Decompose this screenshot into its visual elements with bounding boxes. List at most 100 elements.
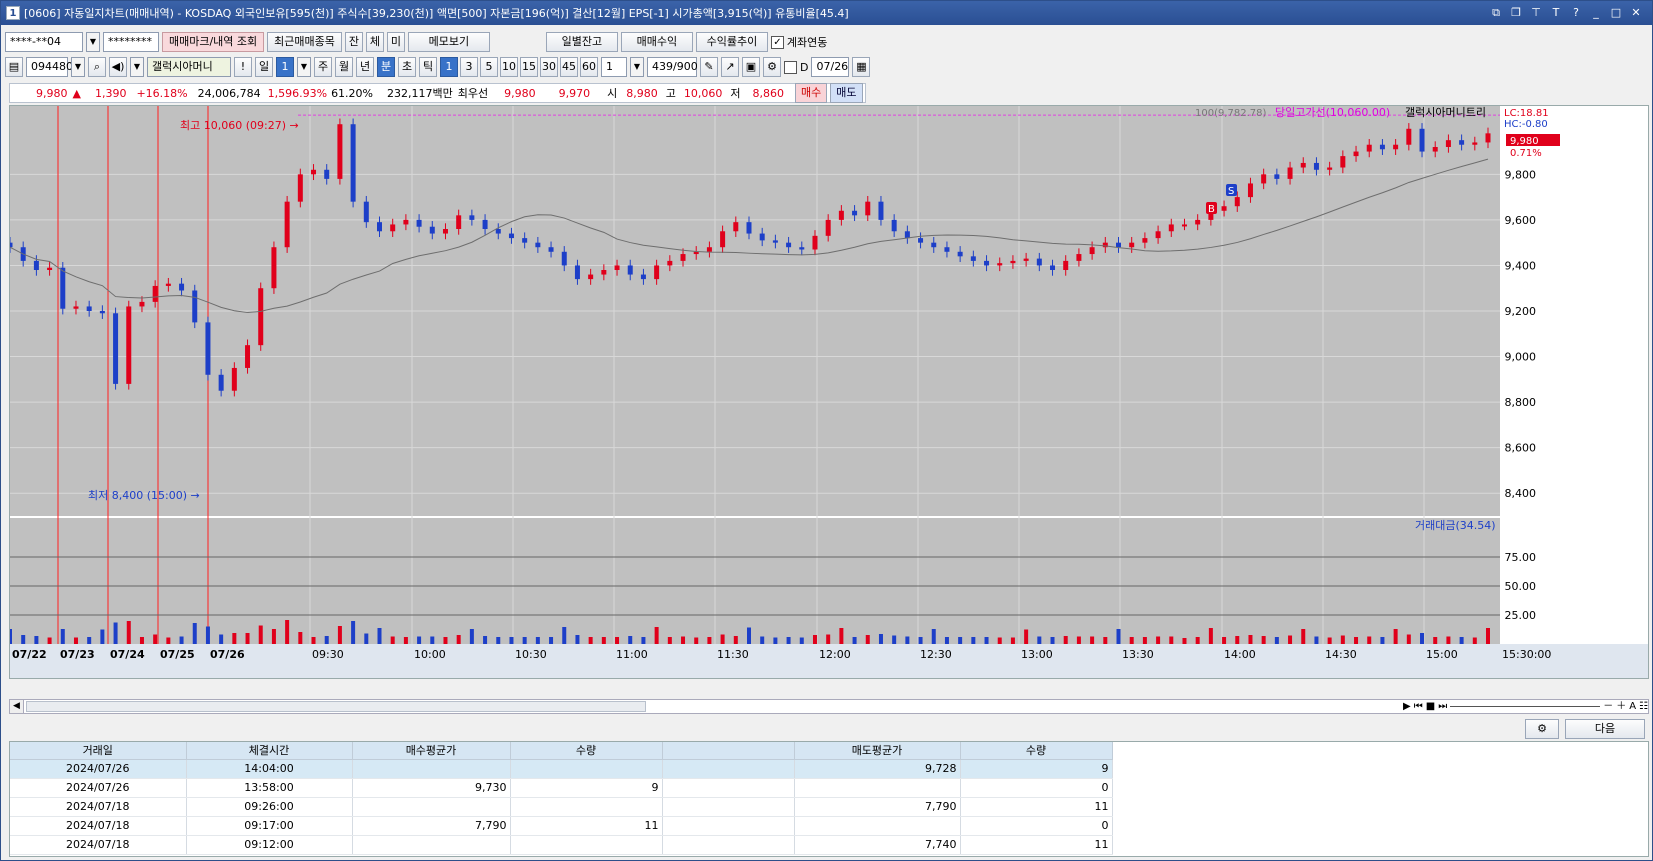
table-row[interactable]: 2024/07/18 09:26:00 7,790 11 — [10, 797, 1113, 817]
code-dropdown-icon[interactable]: ▼ — [71, 57, 85, 77]
table-row[interactable]: 2024/07/26 14:04:00 9,728 9 — [10, 759, 1113, 779]
balance-button[interactable]: 잔 — [344, 32, 363, 52]
period-dropdown-icon[interactable]: ▼ — [297, 57, 311, 77]
column-header[interactable]: 수량 — [510, 742, 663, 760]
period-minute-button[interactable]: 분 — [377, 57, 395, 77]
volume-bar — [47, 637, 52, 644]
sound-icon[interactable]: ◀) — [109, 57, 127, 77]
buy-button[interactable]: 매수 — [795, 83, 828, 103]
column-header[interactable]: 체결시간 — [186, 742, 353, 760]
column-header[interactable] — [662, 742, 795, 760]
minimize-icon[interactable]: _ — [1588, 5, 1604, 21]
grid-settings-icon[interactable]: ⚙ — [1525, 719, 1559, 739]
candle-body — [495, 229, 501, 234]
stop-icon[interactable]: ■ — [1426, 700, 1435, 713]
price-chart-svg[interactable]: 9,800 9,600 9,400 9,200 9,000 8,800 8,600 8,400… — [7, 105, 1648, 678]
table-row[interactable]: 2024/07/26 13:58:00 9,730 9 0 — [10, 778, 1113, 798]
sound-dropdown-icon[interactable]: ▼ — [130, 57, 144, 77]
volume-bar — [509, 637, 514, 644]
zoom-slider[interactable] — [1450, 700, 1601, 707]
window-number[interactable]: 1 — [6, 6, 20, 20]
stock-code-input[interactable]: 094480 — [26, 57, 73, 77]
column-header[interactable]: 매도평균가 — [794, 742, 961, 760]
account-input[interactable]: ****-**04 — [5, 32, 83, 52]
executed-button[interactable]: 체 — [365, 32, 384, 52]
candle-body — [812, 235, 818, 250]
interval-button-10[interactable]: 10 — [500, 57, 518, 77]
chart-scrollbar[interactable]: ◀ ▶ ⏮ ■ ⏭ － ＋ A ☷ — [9, 699, 1649, 714]
search-icon[interactable]: ⌕ — [88, 57, 106, 77]
trade-profit-button[interactable]: 매매수익 — [620, 32, 693, 52]
trade-mark-button[interactable]: 매매마크/내역 조회 — [162, 32, 265, 52]
volume-bar — [377, 628, 382, 644]
password-input[interactable]: ******** — [103, 32, 159, 52]
copy-icon[interactable]: ❐ — [1508, 5, 1524, 21]
interval-button-5[interactable]: 5 — [480, 57, 498, 77]
play-icon[interactable]: ▶ — [1403, 700, 1411, 713]
sell-button[interactable]: 매도 — [830, 83, 863, 103]
font-icon[interactable]: A — [1629, 700, 1636, 713]
memo-button[interactable]: 메모보기 — [407, 32, 490, 52]
zoom-in-icon[interactable]: ＋ — [1616, 700, 1626, 713]
candle-body — [825, 219, 831, 236]
link-icon[interactable]: ⧉ — [1488, 5, 1504, 21]
settings-icon[interactable]: ⚙ — [763, 57, 781, 77]
alert-button[interactable]: ! — [234, 57, 252, 77]
close-icon[interactable]: ✕ — [1628, 5, 1644, 21]
period-week-button[interactable]: 주 — [314, 57, 332, 77]
next-button[interactable]: 다음 — [1565, 719, 1645, 739]
text-icon[interactable]: T — [1548, 5, 1564, 21]
volume-bar — [707, 637, 712, 644]
rewind-icon[interactable]: ⏮ — [1414, 700, 1423, 713]
column-header[interactable]: 매수평균가 — [352, 742, 511, 760]
interval-dropdown-icon[interactable]: ▼ — [630, 57, 644, 77]
best-label: 최우선 — [457, 87, 489, 100]
interval-button-45[interactable]: 45 — [560, 57, 578, 77]
save-icon[interactable]: ▣ — [742, 57, 760, 77]
display-count-field[interactable]: 439/900 — [647, 57, 698, 77]
interval-button-1[interactable]: 1 — [440, 57, 458, 77]
date-input[interactable]: 07/26 — [811, 57, 850, 77]
scroll-thumb[interactable] — [26, 701, 646, 712]
table-cell: 7,740 — [794, 835, 961, 855]
interval-button-3[interactable]: 3 — [460, 57, 478, 77]
column-header[interactable]: 거래일 — [10, 742, 187, 760]
table-cell: 9,728 — [794, 759, 961, 779]
date-checkbox[interactable] — [784, 60, 797, 74]
chart-area[interactable]: 9,800 9,600 9,400 9,200 9,000 8,800 8,600 8,400… — [7, 105, 1649, 679]
time-tick-label: 07/25 — [160, 648, 195, 661]
period-year-button[interactable]: 년 — [356, 57, 374, 77]
calendar-icon[interactable]: ▦ — [852, 57, 871, 77]
unfilled-button[interactable]: 미 — [386, 32, 405, 52]
daily-balance-button[interactable]: 일별잔고 — [545, 32, 618, 52]
candle-body — [720, 231, 726, 248]
period-count-button[interactable]: 1 — [276, 57, 294, 77]
period-second-button[interactable]: 초 — [398, 57, 416, 77]
table-row[interactable]: 2024/07/18 09:12:00 7,740 11 — [10, 835, 1113, 855]
account-dropdown-icon[interactable]: ▼ — [86, 32, 100, 52]
zoom-out-icon[interactable]: － — [1603, 700, 1613, 713]
maximize-icon[interactable]: □ — [1608, 5, 1624, 21]
candle-body — [152, 285, 158, 302]
interval-button-15[interactable]: 15 — [520, 57, 538, 77]
period-tick-button[interactable]: 틱 — [419, 57, 437, 77]
split-icon[interactable]: ☷ — [1639, 700, 1648, 713]
layout-icon[interactable]: ▤ — [5, 57, 23, 77]
interval-button-60[interactable]: 60 — [580, 57, 598, 77]
pin-icon[interactable]: ⊤ — [1528, 5, 1544, 21]
tool-icon[interactable]: ✎ — [700, 57, 718, 77]
time-tick-label: 12:00 — [819, 648, 851, 661]
forward-icon[interactable]: ⏭ — [1438, 700, 1447, 713]
recent-trades-button[interactable]: 최근매매종목 — [267, 32, 342, 52]
return-trend-button[interactable]: 수익률추이 — [695, 32, 768, 52]
column-header[interactable]: 수량 — [960, 742, 1113, 760]
account-link-checkbox[interactable]: ✓ — [770, 35, 784, 49]
period-day-button[interactable]: 일 — [255, 57, 273, 77]
draw-icon[interactable]: ↗ — [721, 57, 739, 77]
interval-button-30[interactable]: 30 — [540, 57, 558, 77]
interval-count-input[interactable]: 1 — [601, 57, 627, 77]
help-icon[interactable]: ? — [1568, 5, 1584, 21]
period-month-button[interactable]: 월 — [335, 57, 353, 77]
scroll-left-icon[interactable]: ◀ — [10, 700, 24, 713]
table-row[interactable]: 2024/07/18 09:17:00 7,790 11 0 — [10, 816, 1113, 836]
